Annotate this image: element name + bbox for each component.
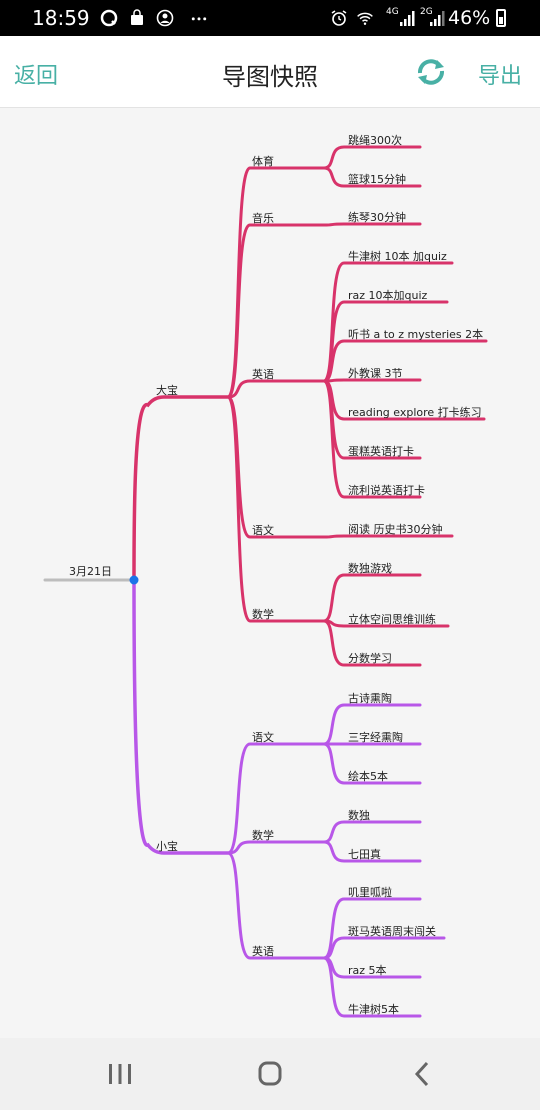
leaf-connector (322, 379, 422, 499)
node-leaf[interactable]: reading explore 打卡练习 (348, 404, 482, 420)
node-leaf[interactable]: 数独 (348, 807, 370, 823)
branch-connector (132, 578, 230, 855)
node-level2[interactable]: 英语 (252, 366, 274, 382)
branch-connector (226, 166, 326, 399)
root-dot (129, 575, 139, 585)
node-leaf[interactable]: 三字经熏陶 (348, 729, 403, 745)
signal-icon-1 (398, 9, 416, 27)
battery-level: 46% (448, 7, 491, 29)
node-leaf[interactable]: 外教课 3节 (348, 365, 403, 381)
branch-connector (226, 379, 326, 399)
node-leaf[interactable]: 分数学习 (348, 650, 392, 666)
leaf-connector (322, 936, 446, 960)
node-leaf[interactable]: 练琴30分钟 (348, 209, 406, 225)
node-leaf[interactable]: 叽里呱啦 (348, 884, 392, 900)
export-button[interactable]: 导出 (478, 58, 522, 90)
node-leaf[interactable]: 立体空间思维训练 (348, 611, 436, 627)
node-leaf[interactable]: raz 5本 (348, 962, 387, 978)
node-level2[interactable]: 数学 (252, 606, 274, 622)
node-leaf[interactable]: 流利说英语打卡 (348, 482, 425, 498)
leaf-connector (322, 145, 422, 170)
battery-icon (496, 9, 506, 27)
signal-icon-2 (428, 9, 446, 27)
node-leaf[interactable]: 阅读 历史书30分钟 (348, 521, 443, 537)
leaf-connector (322, 261, 454, 383)
node-leaf[interactable]: 篮球15分钟 (348, 171, 406, 187)
recent-apps-icon[interactable] (100, 1060, 140, 1088)
shopping-bag-icon (128, 9, 146, 27)
app-header: 返回 导图快照 导出 (0, 36, 540, 108)
account-icon (156, 9, 174, 27)
back-button[interactable]: 返回 (14, 58, 58, 90)
node-leaf[interactable]: 绘本5本 (348, 768, 388, 784)
node-leaf[interactable]: 数独游戏 (348, 560, 392, 576)
branch-connector (226, 395, 326, 539)
branch-connector (226, 851, 326, 960)
system-nav-bar (0, 1038, 540, 1110)
mindmap-canvas[interactable]: 3月21日 大宝 体育 跳绳300次 篮球15分钟音乐 练琴30分钟英语 牛津树 10本 加… (0, 108, 540, 1038)
node-leaf[interactable]: 古诗熏陶 (348, 690, 392, 706)
node-level2[interactable]: 数学 (252, 827, 274, 843)
node-level1[interactable]: 小宝 (156, 838, 178, 854)
alarm-icon (330, 9, 348, 27)
node-leaf[interactable]: 牛津树5本 (348, 1001, 399, 1017)
node-level2[interactable]: 体育 (252, 153, 274, 169)
node-level2[interactable]: 语文 (252, 729, 274, 745)
node-leaf[interactable]: 蛋糕英语打卡 (348, 443, 414, 459)
node-level2[interactable]: 音乐 (252, 210, 274, 226)
branch-connector (226, 742, 326, 855)
branch-connector (226, 223, 326, 399)
root-node[interactable]: 3月21日 (69, 563, 112, 579)
home-icon[interactable] (250, 1060, 290, 1088)
more-notifications-icon (190, 9, 208, 27)
node-leaf[interactable]: 牛津树 10本 加quiz (348, 248, 447, 264)
notification-app-icon (100, 9, 118, 27)
node-leaf[interactable]: 听书 a to z mysteries 2本 (348, 326, 483, 342)
node-leaf[interactable]: 斑马英语周末闯关 (348, 923, 436, 939)
status-bar: 18:59 4G 2G 46% (0, 0, 540, 36)
branch-connector (226, 840, 326, 855)
back-nav-icon[interactable] (402, 1060, 442, 1088)
node-level1[interactable]: 大宝 (156, 382, 178, 398)
node-leaf[interactable]: 七田真 (348, 846, 381, 862)
branch-connector (132, 395, 230, 582)
node-leaf[interactable]: 跳绳300次 (348, 132, 402, 148)
node-level2[interactable]: 语文 (252, 522, 274, 538)
wifi-icon (356, 9, 374, 27)
node-leaf[interactable]: raz 10本加quiz (348, 287, 427, 303)
leaf-connector (322, 820, 422, 844)
network-4g-label: 4G (386, 7, 399, 17)
page-title: 导图快照 (222, 63, 318, 91)
refresh-icon[interactable] (414, 58, 448, 86)
node-level2[interactable]: 英语 (252, 943, 274, 959)
status-time: 18:59 (32, 6, 90, 30)
